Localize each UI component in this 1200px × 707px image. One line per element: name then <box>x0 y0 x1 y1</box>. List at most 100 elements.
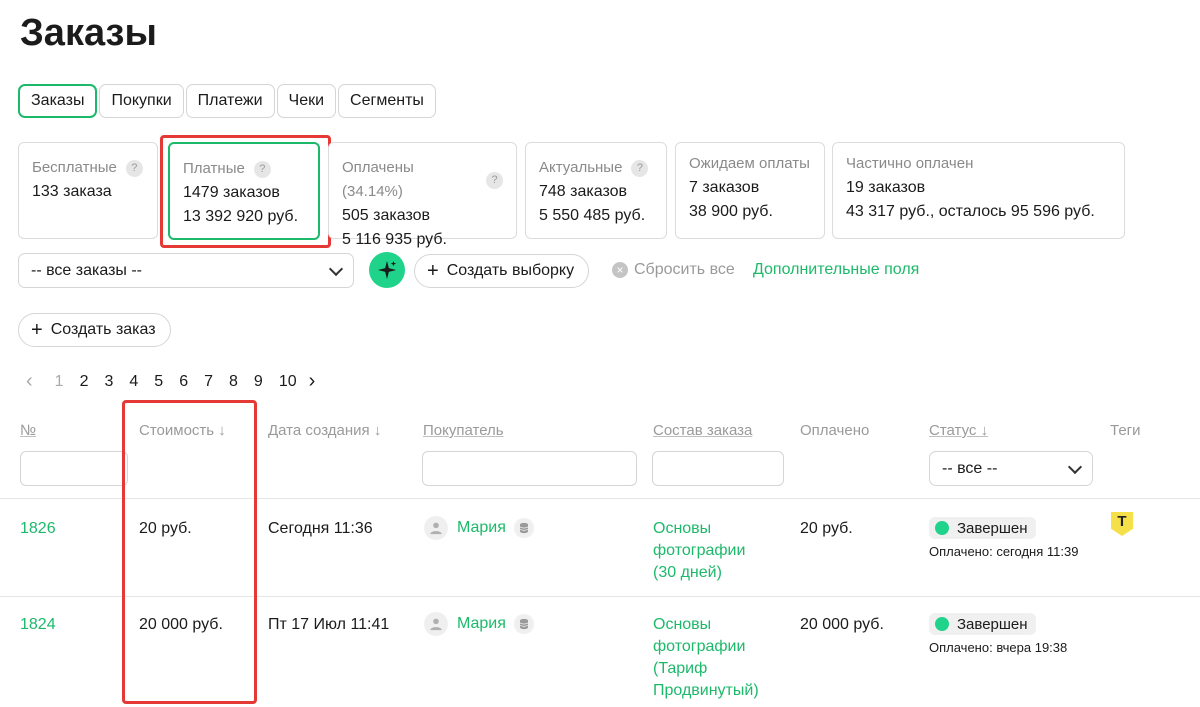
order-id-link[interactable]: 1824 <box>20 614 56 636</box>
order-paid: 20 000 руб. <box>800 616 884 633</box>
stat-value: 1479 заказов <box>183 184 280 201</box>
column-header-created[interactable]: Дата создания ↓ <box>268 422 381 439</box>
tab-payments[interactable]: Платежи <box>185 84 275 118</box>
stat-label: Бесплатные <box>32 159 117 176</box>
paid-note: Оплачено: сегодня 11:39 <box>929 544 1079 559</box>
order-created: Пт 17 Июл 11:41 <box>268 616 390 633</box>
order-composition-link[interactable]: Основы фотографии (30 дней) <box>653 518 745 584</box>
order-id-link[interactable]: 1826 <box>20 518 56 540</box>
page-10[interactable]: 10 <box>279 373 297 391</box>
column-header-tags: Теги <box>1110 422 1141 439</box>
help-icon[interactable]: ? <box>253 160 271 178</box>
page-6[interactable]: 6 <box>179 373 188 391</box>
plus-icon: + <box>427 260 439 282</box>
status-filter-select[interactable]: -- все -- <box>929 451 1093 486</box>
stat-label: Частично оплачен <box>846 155 974 172</box>
page-title: Заказы <box>20 12 157 54</box>
page-3[interactable]: 3 <box>104 373 113 391</box>
tag-badge[interactable]: T <box>1111 512 1133 536</box>
page-5[interactable]: 5 <box>154 373 163 391</box>
status-filter-value: -- все -- <box>942 459 998 477</box>
stat-card-awaiting[interactable]: Ожидаем оплаты 7 заказов 38 900 руб. <box>675 142 825 239</box>
create-selection-button[interactable]: + Создать выборку <box>414 254 590 288</box>
buyer-name-link[interactable]: Мария <box>457 517 506 539</box>
stat-amount: 5 116 935 руб. <box>342 231 447 248</box>
orders-filter-select[interactable]: -- все заказы -- <box>18 253 354 288</box>
help-icon[interactable]: ? <box>486 171 503 189</box>
ai-sparkle-button[interactable] <box>369 252 405 288</box>
user-icon <box>424 516 448 540</box>
page-4[interactable]: 4 <box>129 373 138 391</box>
plus-icon: + <box>31 319 43 341</box>
stat-amount: 13 392 920 руб. <box>183 208 299 225</box>
buyer-cell: Мария <box>424 612 534 636</box>
buyer-filter-input[interactable] <box>422 451 637 486</box>
stat-value: 133 заказа <box>32 183 112 200</box>
tab-segments[interactable]: Сегменты <box>338 84 436 118</box>
order-created: Сегодня 11:36 <box>268 520 373 537</box>
status-cell: Завершен Оплачено: сегодня 11:39 <box>929 517 1078 559</box>
stat-label: Ожидаем оплаты <box>689 155 810 172</box>
column-header-composition[interactable]: Состав заказа <box>653 422 752 439</box>
extra-fields-link[interactable]: Дополнительные поля <box>753 261 919 279</box>
stat-value: 19 заказов <box>846 179 926 196</box>
stat-card-free[interactable]: Бесплатные? 133 заказа <box>18 142 158 239</box>
database-icon[interactable] <box>513 518 534 538</box>
help-icon[interactable]: ? <box>125 159 143 177</box>
stat-card-paid-off[interactable]: Оплачены (34.14%)? 505 заказов 5 116 935… <box>328 142 517 248</box>
highlight-frame-cost <box>122 400 257 704</box>
stat-value: 748 заказов <box>539 183 627 200</box>
stat-label: Актуальные <box>539 159 623 176</box>
reset-all-label: Сбросить все <box>634 261 735 278</box>
database-icon[interactable] <box>513 614 534 634</box>
tab-purchases[interactable]: Покупки <box>99 84 184 118</box>
orders-filter-value: -- все заказы -- <box>31 261 143 279</box>
column-header-status[interactable]: Статус ↓ <box>929 422 988 439</box>
page-2[interactable]: 2 <box>80 373 89 391</box>
close-circle-icon: × <box>612 262 628 278</box>
buyer-cell: Мария <box>424 516 534 540</box>
status-badge: Завершен <box>929 517 1036 539</box>
chevron-down-icon <box>328 261 344 276</box>
column-header-number[interactable]: № <box>20 422 36 439</box>
stat-label: Оплачены (34.14%) <box>342 159 414 200</box>
prev-page-icon[interactable]: ‹ <box>26 370 33 393</box>
page-1[interactable]: 1 <box>55 373 64 391</box>
column-header-paid: Оплачено <box>800 422 870 439</box>
tab-receipts[interactable]: Чеки <box>276 84 337 118</box>
stat-amount: 38 900 руб. <box>689 203 773 220</box>
help-icon[interactable]: ? <box>631 159 649 177</box>
stat-card-actual[interactable]: Актуальные? 748 заказов 5 550 485 руб. <box>525 142 667 239</box>
tab-orders[interactable]: Заказы <box>18 84 98 118</box>
stat-amount: 5 550 485 руб. <box>539 207 646 224</box>
status-cell: Завершен Оплачено: вчера 19:38 <box>929 613 1067 655</box>
stat-card-paid[interactable]: Платные? 1479 заказов 13 392 920 руб. <box>168 142 320 240</box>
reset-all-button[interactable]: × Сбросить все <box>612 261 735 279</box>
next-page-icon[interactable]: › <box>309 370 316 393</box>
order-composition-link[interactable]: Основы фотографии (Тариф Продвинутый) <box>653 614 759 702</box>
buyer-name-link[interactable]: Мария <box>457 613 506 635</box>
create-order-label: Создать заказ <box>50 321 156 338</box>
status-dot <box>935 617 949 631</box>
page-9[interactable]: 9 <box>254 373 263 391</box>
column-header-buyer[interactable]: Покупатель <box>423 422 504 439</box>
stat-value: 505 заказов <box>342 207 430 224</box>
stat-label: Платные <box>183 160 245 177</box>
chevron-down-icon <box>1067 459 1083 474</box>
number-filter-input[interactable] <box>20 451 128 486</box>
sparkle-icon <box>377 260 397 280</box>
status-dot <box>935 521 949 535</box>
create-selection-label: Создать выборку <box>446 262 575 279</box>
status-badge: Завершен <box>929 613 1036 635</box>
tabs: Заказы Покупки Платежи Чеки Сегменты <box>18 84 438 118</box>
order-paid: 20 руб. <box>800 520 853 537</box>
user-icon <box>424 612 448 636</box>
paid-note: Оплачено: вчера 19:38 <box>929 640 1068 655</box>
page-7[interactable]: 7 <box>204 373 213 391</box>
stat-value: 7 заказов <box>689 179 760 196</box>
create-order-button[interactable]: + Создать заказ <box>18 313 171 347</box>
page-8[interactable]: 8 <box>229 373 238 391</box>
stat-card-partial[interactable]: Частично оплачен 19 заказов 43 317 руб.,… <box>832 142 1125 239</box>
composition-filter-input[interactable] <box>652 451 784 486</box>
stat-amount: 43 317 руб., осталось 95 596 руб. <box>846 203 1095 220</box>
